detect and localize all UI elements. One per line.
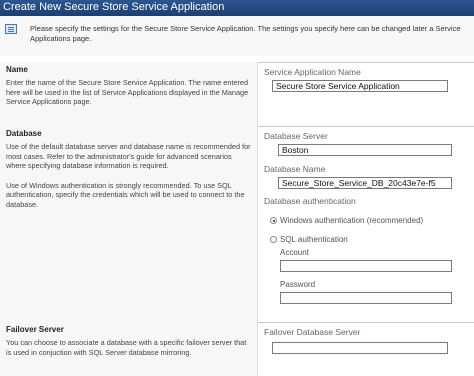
database-server-input[interactable]: Boston [278,144,452,156]
window-title: Create New Secure Store Service Applicat… [0,0,474,16]
database-description-1: Use of the default database server and d… [6,142,251,170]
database-section-title: Database [6,129,42,138]
password-label: Password [280,280,316,289]
database-server-label: Database Server [264,131,328,141]
failover-section-description: You can choose to associate a database w… [6,338,247,357]
password-input[interactable] [280,292,452,304]
failover-server-label: Failover Database Server [264,327,361,337]
database-name-input[interactable]: Secure_Store_Service_DB_20c43e7e-f5 [278,177,452,189]
windows-auth-radio[interactable] [270,217,277,224]
service-application-name-input[interactable]: Secure Store Service Application [272,80,448,92]
sql-auth-radio[interactable] [270,236,277,243]
info-text: Please specify the settings for the Secu… [30,24,461,43]
database-section-description-panel: Database Use of the default database ser… [0,126,258,322]
sql-auth-label[interactable]: SQL authentication [280,235,348,244]
database-name-label: Database Name [264,164,326,174]
name-section-description-panel: Name Enter the name of the Secure Store … [0,62,258,126]
failover-server-input[interactable] [272,342,448,354]
failover-section-title: Failover Server [6,325,64,334]
database-section-description: Use of the default database server and d… [6,142,251,209]
info-bar: Please specify the settings for the Secu… [0,16,474,56]
service-application-name-label: Service Application Name [264,67,361,77]
account-label: Account [280,248,309,257]
windows-auth-label[interactable]: Windows authentication (recommended) [280,216,423,225]
database-description-2: Use of Windows authentication is strongl… [6,180,245,209]
name-section: Name Enter the name of the Secure Store … [0,62,474,126]
account-input[interactable] [280,260,452,272]
service-application-icon [5,24,17,34]
name-section-description: Enter the name of the Secure Store Servi… [6,78,249,106]
failover-section: Failover Server You can choose to associ… [0,322,474,376]
database-authentication-label: Database authentication [264,196,356,206]
failover-section-description-panel: Failover Server You can choose to associ… [0,322,258,376]
name-section-title: Name [6,65,28,74]
database-section: Database Use of the default database ser… [0,126,474,322]
